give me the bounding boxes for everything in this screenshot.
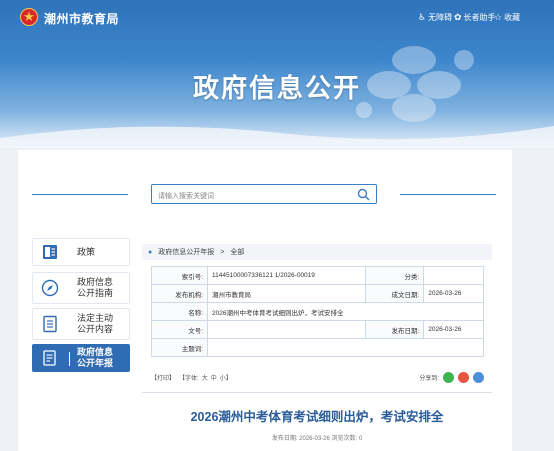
emblem-icon	[20, 8, 38, 26]
decorative-line-right	[400, 194, 496, 195]
index-value: 11445100007336121 1/2026-00019	[206, 266, 367, 285]
compass-icon	[33, 274, 67, 302]
share-label: 分享到:	[419, 376, 439, 382]
name-value: 2026潮州中考体育考试细则出炉，考试安排全	[207, 302, 484, 321]
font-large-button[interactable]: 大	[202, 373, 208, 382]
font-size-prefix: 【字体:	[179, 376, 199, 382]
publish-date-label: 发布日期:	[365, 320, 425, 339]
subject-label: 主题词:	[151, 338, 208, 357]
created-date-value: 2026-03-26	[423, 284, 484, 303]
decorative-line-left	[32, 194, 128, 195]
sidebar-item-guide[interactable]: 政府信息 公开指南	[32, 272, 130, 304]
breadcrumb-item-all[interactable]: 全部	[230, 247, 244, 257]
publish-date-value: 2026-03-26	[423, 320, 484, 339]
search-icon[interactable]	[357, 188, 370, 201]
accessibility-button[interactable]: ♿ 无障碍	[418, 12, 452, 23]
sidebar-item-policy[interactable]: 政策	[32, 238, 130, 266]
publisher-label: 发布机构:	[151, 284, 208, 303]
qzone-icon[interactable]	[473, 372, 484, 383]
report-icon	[33, 344, 67, 372]
article-meta: 发布日期: 2026-03-26 浏览次数: 0	[271, 436, 363, 442]
index-label: 索引号:	[151, 266, 208, 285]
location-pin-icon: ●	[148, 248, 153, 256]
category-value	[423, 266, 484, 285]
accessibility-icon: ♿	[418, 12, 427, 22]
elder-assist-icon: ✿	[454, 12, 462, 22]
list-icon	[33, 310, 67, 338]
favorite-label: 收藏	[504, 13, 521, 22]
sidebar-item-annual-report[interactable]: 政府信息 公开年报	[32, 344, 130, 372]
banner-title: 政府信息公开	[192, 73, 361, 103]
sidebar-item-disclosure[interactable]: 法定主动 公开内容	[32, 308, 130, 340]
created-date-label: 成文日期:	[365, 284, 425, 303]
favorite-button[interactable]: ☆ 收藏	[494, 12, 520, 23]
search-input[interactable]	[152, 187, 342, 206]
wechat-icon[interactable]	[443, 372, 454, 383]
document-metadata-table: 索引号: 11445100007336121 1/2026-00019 分类: …	[151, 266, 484, 357]
publisher-value: 潮州市教育局	[206, 284, 367, 303]
divider	[142, 392, 492, 393]
wave-decoration	[0, 126, 554, 148]
document-icon	[33, 238, 67, 266]
print-button[interactable]: 【打印】	[151, 373, 175, 382]
subject-value	[207, 338, 484, 357]
name-label: 名称:	[151, 302, 208, 321]
category-label: 分类:	[365, 266, 425, 285]
doc-number-value	[206, 320, 367, 339]
font-medium-button[interactable]: 中	[211, 373, 217, 382]
top-bar: 潮州市教育局 ♿ 无障碍 ✿ 长者助手 ☆ 收藏	[0, 0, 554, 34]
accessibility-label: 无障碍	[428, 13, 453, 22]
star-icon: ☆	[494, 12, 503, 22]
sidebar-item-label: 政府信息 公开指南	[77, 277, 114, 298]
font-size-suffix: 】	[225, 376, 232, 382]
sidebar-item-label: 法定主动 公开内容	[77, 313, 114, 334]
article-title: 2026潮州中考体育考试细则出炉，考试安排全	[190, 410, 444, 424]
sidebar-item-label: 政府信息 公开年报	[77, 347, 114, 368]
site-title[interactable]: 潮州市教育局	[44, 10, 119, 27]
sidebar-item-label: 政策	[77, 246, 96, 257]
doc-number-label: 文号:	[151, 320, 208, 339]
elder-assist-button[interactable]: ✿ 长者助手	[454, 12, 496, 23]
nav-divider	[69, 352, 70, 366]
breadcrumb-item-annual-report[interactable]: 政府信息公开年报	[158, 247, 214, 257]
search-box	[151, 184, 377, 206]
elder-assist-label: 长者助手	[463, 13, 496, 22]
share-group: 分享到:	[419, 372, 484, 383]
article-toolbar: 【打印】 【字体: 大 中 小 】 分享到:	[151, 372, 484, 383]
breadcrumb: ● 政府信息公开年报 > 全部	[142, 244, 492, 260]
breadcrumb-separator: >	[220, 248, 225, 256]
weibo-icon[interactable]	[458, 372, 469, 383]
